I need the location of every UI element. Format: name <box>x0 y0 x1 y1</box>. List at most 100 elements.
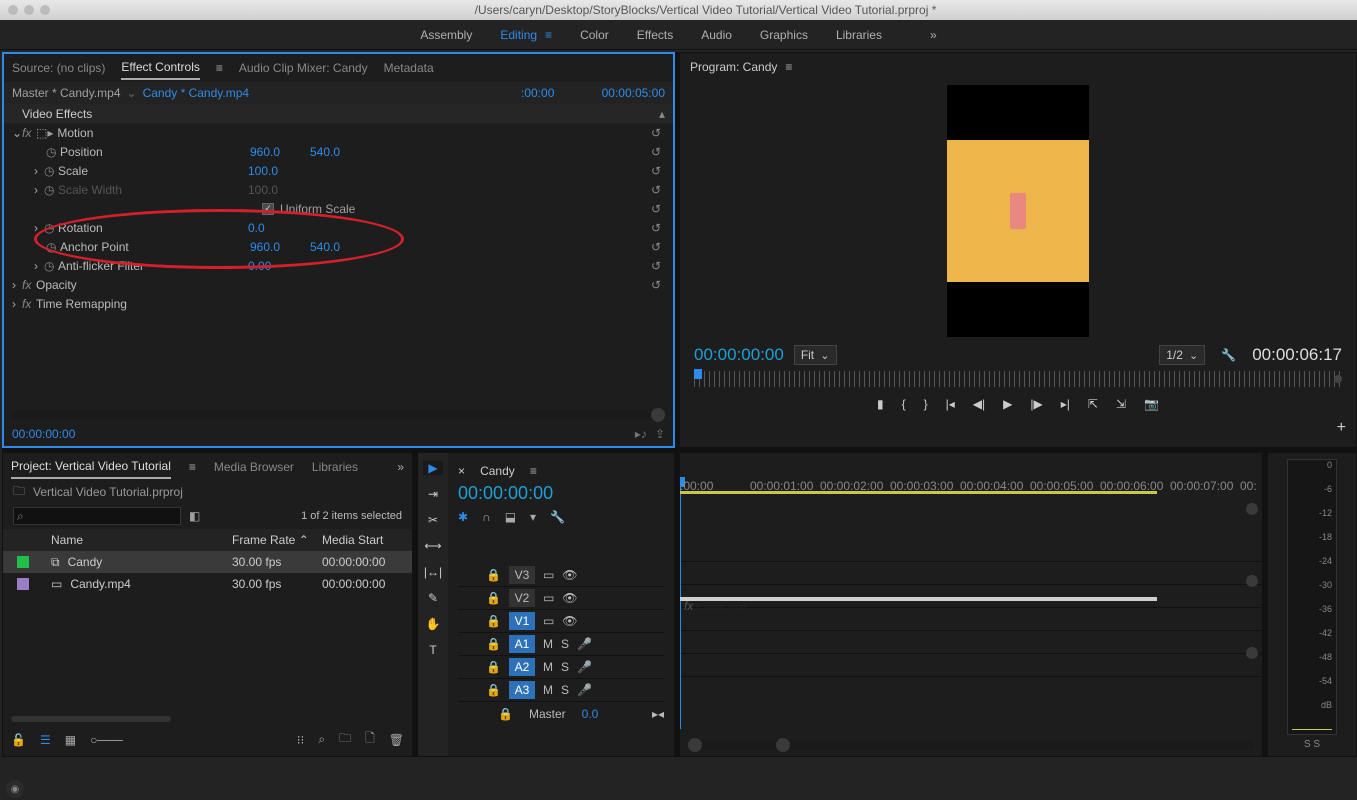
freeform-view-icon[interactable]: ○─── <box>90 733 123 747</box>
toggle-output-icon[interactable]: ▭ <box>543 614 554 628</box>
workspace-effects[interactable]: Effects <box>637 28 673 42</box>
tab-source[interactable]: Source: (no clips) <box>12 57 105 79</box>
find-icon[interactable]: ⌕ <box>318 732 325 747</box>
workspace-overflow-icon[interactable]: » <box>930 28 937 42</box>
collapse-icon[interactable]: ▴ <box>659 107 665 121</box>
vertical-scrollbar[interactable] <box>1246 503 1258 736</box>
col-name[interactable]: Name <box>43 533 232 547</box>
list-view-icon[interactable]: ☰ <box>40 733 51 747</box>
reset-icon[interactable]: ↺ <box>651 183 665 197</box>
reset-icon[interactable]: ↺ <box>651 221 665 235</box>
col-framerate[interactable]: Frame Rate <box>232 533 295 547</box>
anchor-x-value[interactable]: 960.0 <box>250 240 310 254</box>
panel-menu-icon[interactable]: ≡ <box>216 61 223 75</box>
master-value[interactable]: 0.0 <box>582 707 599 721</box>
uniform-scale-checkbox[interactable]: ✓ <box>262 203 274 215</box>
eye-icon[interactable]: 👁 <box>562 568 577 582</box>
project-columns-header[interactable]: Name Frame Rate ⌃ Media Start <box>3 529 412 551</box>
voice-icon[interactable]: 🎤 <box>577 637 592 651</box>
bin-icon[interactable]: 🗀 <box>13 482 25 503</box>
auto-sequence-icon[interactable]: ⁝⁝ <box>297 733 305 747</box>
workspace-editing[interactable]: Editing <box>500 28 537 42</box>
anchor-y-value[interactable]: 540.0 <box>310 240 370 254</box>
workspace-audio[interactable]: Audio <box>701 28 732 42</box>
tab-audio-mixer[interactable]: Audio Clip Mixer: Candy <box>239 57 368 79</box>
lock-icon[interactable]: 🔒 <box>486 660 501 674</box>
trash-icon[interactable]: 🗑 <box>389 733 404 747</box>
pen-tool-icon[interactable]: ✎ <box>423 591 443 605</box>
track-lane[interactable] <box>680 608 1262 631</box>
snap-icon[interactable]: ✱ <box>458 510 468 524</box>
ripple-tool-icon[interactable]: ✂ <box>423 513 443 527</box>
timeline-clip[interactable]: fx Candy.mp4 <box>680 597 1157 601</box>
workspace-menu-icon[interactable]: ≡ <box>545 28 552 42</box>
audio-meter[interactable]: 0-6-12-18-24-30-36-42-48-54dB <box>1287 459 1337 735</box>
icon-view-icon[interactable]: ▦ <box>65 733 76 747</box>
selection-tool-icon[interactable]: ▶ <box>423 461 443 475</box>
workspace-color[interactable]: Color <box>580 28 609 42</box>
sort-asc-icon[interactable]: ⌃ <box>299 533 309 547</box>
panel-menu-icon[interactable]: ≡ <box>189 460 196 474</box>
stopwatch-icon[interactable]: ◷ <box>46 145 60 159</box>
lift-icon[interactable]: ⇱ <box>1088 397 1098 411</box>
overflow-icon[interactable]: » <box>397 460 404 474</box>
rotation-value[interactable]: 0.0 <box>248 221 308 235</box>
export-frame-icon[interactable]: 📷 <box>1144 397 1159 411</box>
lock-open-icon[interactable]: 🔓 <box>11 733 26 747</box>
timeline-ruler[interactable]: :00:0000:00:01:0000:00:02:0000:00:03:000… <box>680 477 1262 499</box>
fx-badge-icon[interactable]: fx <box>684 599 693 613</box>
hand-tool-icon[interactable]: ✋ <box>423 617 443 631</box>
new-bin-icon[interactable]: 🗀 <box>339 729 351 750</box>
twisty-icon[interactable]: › <box>12 297 22 311</box>
track-target-toggle[interactable]: V3 <box>509 566 535 584</box>
type-tool-icon[interactable]: T <box>423 643 443 657</box>
wrench-icon[interactable]: 🔧 <box>1221 348 1236 362</box>
track-target-toggle[interactable]: A2 <box>509 658 535 676</box>
traffic-min-icon[interactable] <box>24 5 34 15</box>
bracket-out-icon[interactable]: } <box>924 397 928 411</box>
voice-icon[interactable]: 🎤 <box>577 660 592 674</box>
eye-icon[interactable]: 👁 <box>562 614 577 628</box>
toggle-output-icon[interactable]: M <box>543 683 553 697</box>
workspace-libraries[interactable]: Libraries <box>836 28 882 42</box>
track-lane[interactable] <box>680 631 1262 654</box>
lock-icon[interactable]: 🔒 <box>498 707 513 721</box>
tab-libraries[interactable]: Libraries <box>312 456 358 478</box>
chevron-down-icon[interactable]: ⌄ <box>127 86 137 100</box>
toggle-icon[interactable]: ▸♪ <box>635 427 647 441</box>
label-swatch[interactable] <box>17 556 29 568</box>
stopwatch-icon[interactable]: ◷ <box>44 259 58 273</box>
workspace-graphics[interactable]: Graphics <box>760 28 808 42</box>
track-target-toggle[interactable]: V2 <box>509 589 535 607</box>
fx-badge-icon[interactable]: fx <box>22 297 36 311</box>
eye-icon[interactable]: 👁 <box>562 591 577 605</box>
panel-menu-icon[interactable]: ≡ <box>785 60 792 74</box>
twisty-icon[interactable]: › <box>12 278 22 292</box>
tab-metadata[interactable]: Metadata <box>384 57 434 79</box>
horizontal-scrollbar[interactable] <box>11 716 171 722</box>
twisty-icon[interactable]: › <box>34 259 44 273</box>
toggle-output-icon[interactable]: M <box>543 637 553 651</box>
lock-icon[interactable]: 🔒 <box>486 637 501 651</box>
tab-effect-controls[interactable]: Effect Controls <box>121 56 199 80</box>
lock-icon[interactable]: 🔒 <box>486 614 501 628</box>
effect-timecode[interactable]: 00:00:00:00 <box>12 427 75 441</box>
twisty-icon[interactable]: ⌄ <box>12 126 22 140</box>
toggle-output-icon[interactable]: M <box>543 660 553 674</box>
search-input[interactable] <box>13 507 181 525</box>
new-item-icon[interactable]: 🗋 <box>365 729 375 750</box>
sequence-clip-link[interactable]: Candy * Candy.mp4 <box>143 86 250 100</box>
track-target-toggle[interactable]: A3 <box>509 681 535 699</box>
reset-icon[interactable]: ↺ <box>651 259 665 273</box>
track-target-toggle[interactable]: V1 <box>509 612 535 630</box>
track-lane[interactable]: fx Candy.mp4 <box>680 585 1262 608</box>
program-canvas[interactable] <box>680 81 1356 341</box>
collapse-icon[interactable]: ▸◂ <box>652 707 664 721</box>
track-lane[interactable] <box>680 539 1262 562</box>
master-clip-label[interactable]: Master * Candy.mp4 <box>12 86 121 100</box>
antiflicker-value[interactable]: 0.00 <box>248 259 308 273</box>
stopwatch-icon[interactable]: ◷ <box>44 221 58 235</box>
track-lane[interactable] <box>680 654 1262 677</box>
stopwatch-icon[interactable]: ◷ <box>44 164 58 178</box>
traffic-zoom-icon[interactable] <box>40 5 50 15</box>
